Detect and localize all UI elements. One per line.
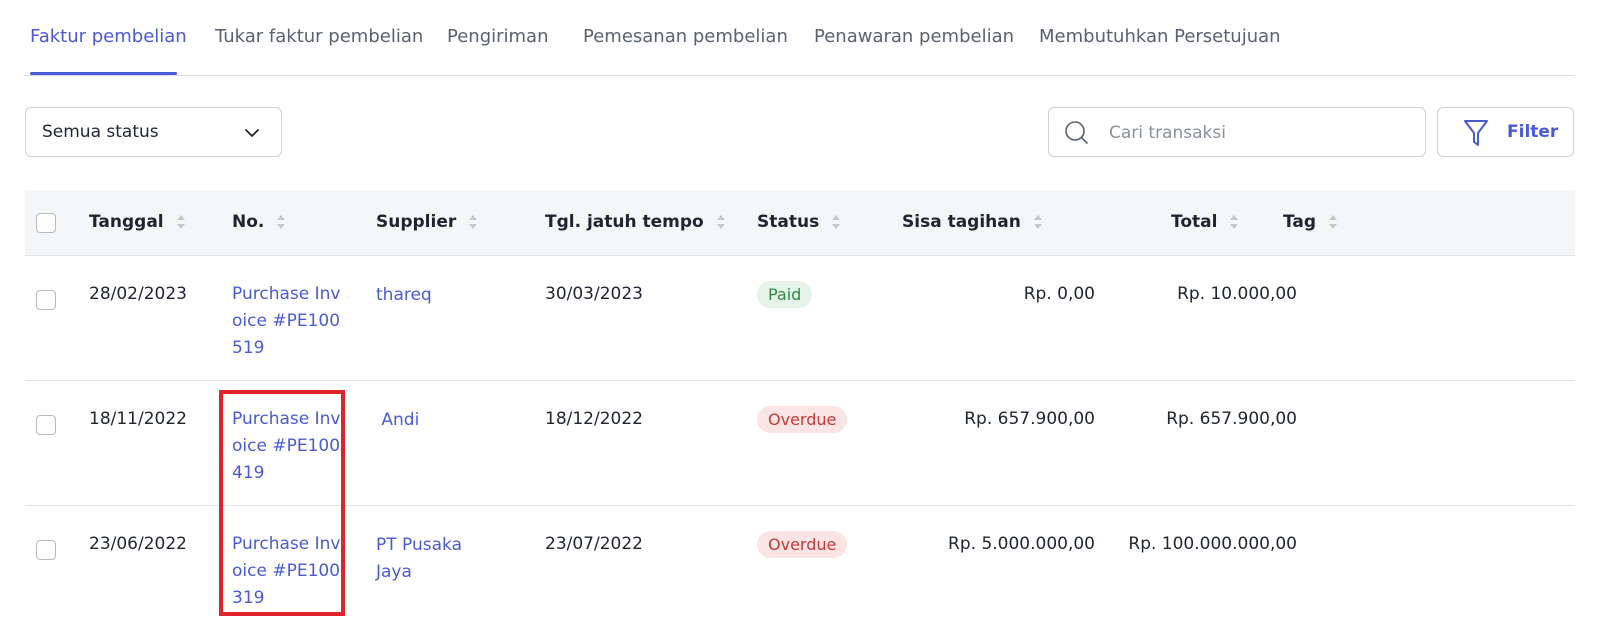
- column-label: No.: [232, 212, 265, 232]
- tab-penawaran-pembelian[interactable]: Penawaran pembelian: [814, 26, 1014, 47]
- column-header-tag[interactable]: Tag: [1283, 212, 1338, 232]
- search-icon: [1065, 121, 1088, 144]
- filter-icon: [1464, 120, 1488, 146]
- table-header: Tanggal No. Supplier Tgl. jatuh tempo St…: [25, 190, 1575, 256]
- row-due-date: 23/07/2022: [545, 534, 643, 554]
- active-tab-indicator: [30, 72, 177, 75]
- search-box: [1048, 107, 1426, 157]
- supplier-link[interactable]: thareq: [376, 282, 516, 309]
- column-label: Status: [757, 212, 820, 232]
- column-label: Tgl. jatuh tempo: [545, 212, 704, 232]
- sort-icon: [176, 215, 185, 229]
- sort-icon: [1329, 215, 1338, 229]
- status-filter-select[interactable]: Semua status: [25, 107, 282, 157]
- column-header-status[interactable]: Status: [757, 212, 841, 232]
- tab-tukar-faktur-pembelian[interactable]: Tukar faktur pembelian: [215, 26, 423, 47]
- row-due-date: 30/03/2023: [545, 284, 643, 304]
- row-total: Rp. 657.900,00: [1166, 409, 1297, 429]
- row-remaining: Rp. 0,00: [1023, 284, 1095, 304]
- row-remaining: Rp. 657.900,00: [964, 409, 1095, 429]
- status-select-value: Semua status: [42, 122, 159, 142]
- column-header-no[interactable]: No.: [232, 212, 286, 232]
- status-badge-label: Overdue: [757, 531, 848, 558]
- supplier-link[interactable]: PT Pusaka Jaya: [376, 532, 486, 586]
- row-total: Rp. 10.000,00: [1177, 284, 1297, 304]
- status-badge: Overdue: [757, 531, 848, 559]
- column-label: Sisa tagihan: [902, 212, 1021, 232]
- sort-icon: [277, 215, 286, 229]
- status-badge: Overdue: [757, 406, 848, 434]
- row-date: 28/02/2023: [89, 284, 187, 304]
- row-due-date: 18/12/2022: [545, 409, 643, 429]
- sort-icon: [1033, 215, 1042, 229]
- invoice-number-link[interactable]: Purchase Invoice #PE100519: [232, 281, 344, 362]
- search-input[interactable]: [1107, 118, 1411, 148]
- tab-faktur-pembelian[interactable]: Faktur pembelian: [30, 26, 187, 47]
- status-badge-label: Paid: [757, 281, 813, 308]
- sort-icon: [1230, 215, 1239, 229]
- status-badge: Paid: [757, 281, 813, 309]
- column-label: Tanggal: [89, 212, 164, 232]
- table-row[interactable]: 23/06/2022 Purchase Invoice #PE100319 PT…: [25, 506, 1575, 630]
- table-row[interactable]: 28/02/2023 Purchase Invoice #PE100519 th…: [25, 256, 1575, 381]
- sort-icon: [832, 215, 841, 229]
- supplier-link[interactable]: Andi: [376, 407, 516, 434]
- column-header-sisa-tagihan[interactable]: Sisa tagihan: [902, 212, 1043, 232]
- select-all-checkbox[interactable]: [36, 213, 56, 233]
- filter-button-label: Filter: [1507, 122, 1559, 142]
- column-header-total[interactable]: Total: [1171, 212, 1239, 232]
- column-header-tgl-jatuh-tempo[interactable]: Tgl. jatuh tempo: [545, 212, 726, 232]
- chevron-down-icon: [245, 129, 259, 137]
- column-header-tanggal[interactable]: Tanggal: [89, 212, 186, 232]
- invoice-number-link[interactable]: Purchase Invoice #PE100419: [232, 406, 344, 487]
- tab-pemesanan-pembelian[interactable]: Pemesanan pembelian: [583, 26, 788, 47]
- column-label: Tag: [1283, 212, 1317, 232]
- row-date: 18/11/2022: [89, 409, 187, 429]
- row-checkbox[interactable]: [36, 415, 56, 435]
- row-checkbox[interactable]: [36, 290, 56, 310]
- status-badge-label: Overdue: [757, 406, 848, 433]
- tab-membutuhkan-persetujuan[interactable]: Membutuhkan Persetujuan: [1039, 26, 1281, 47]
- row-date: 23/06/2022: [89, 534, 187, 554]
- sort-icon: [469, 215, 478, 229]
- column-header-supplier[interactable]: Supplier: [376, 212, 478, 232]
- tab-bar: Faktur pembelian Tukar faktur pembelian …: [24, 0, 1574, 76]
- row-total: Rp. 100.000.000,00: [1128, 534, 1297, 554]
- filter-button[interactable]: Filter: [1437, 107, 1574, 157]
- column-label: Total: [1171, 212, 1218, 232]
- tab-pengiriman[interactable]: Pengiriman: [447, 26, 549, 47]
- row-checkbox[interactable]: [36, 540, 56, 560]
- row-remaining: Rp. 5.000.000,00: [948, 534, 1095, 554]
- sort-icon: [716, 215, 725, 229]
- invoice-number-link[interactable]: Purchase Invoice #PE100319: [232, 531, 344, 612]
- table-row[interactable]: 18/11/2022 Purchase Invoice #PE100419 An…: [25, 381, 1575, 506]
- column-label: Supplier: [376, 212, 457, 232]
